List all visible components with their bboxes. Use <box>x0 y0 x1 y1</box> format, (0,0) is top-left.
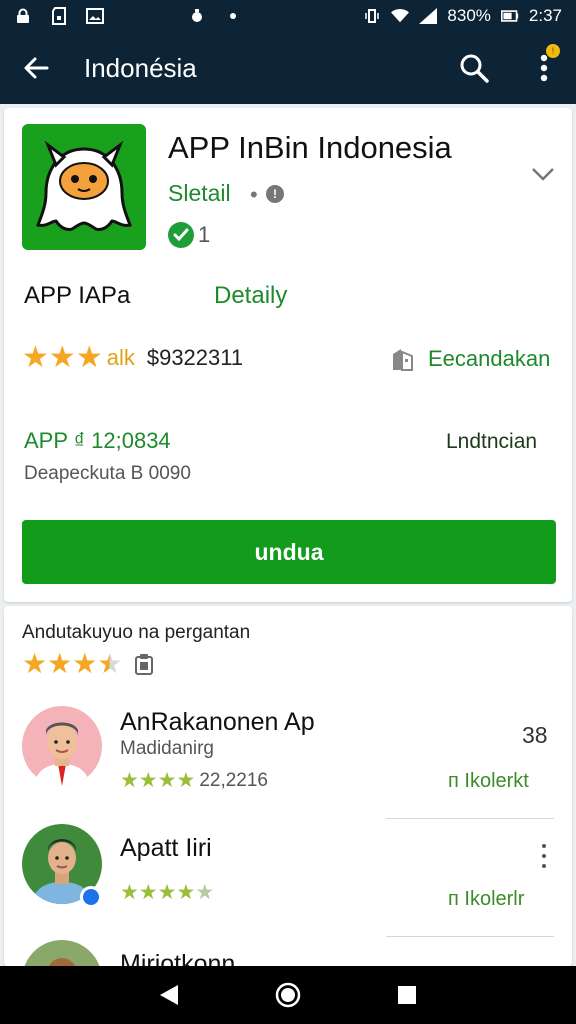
ghost-mascot-icon <box>36 140 132 231</box>
helpful-button[interactable]: ᴨ Ikolerkt <box>448 770 529 793</box>
star-icon: ★ <box>157 881 177 904</box>
app-bar: Indonésia ! <box>0 32 576 104</box>
star-empty-icon: ★ <box>195 881 215 904</box>
clipboard-icon[interactable] <box>134 653 154 675</box>
search-button[interactable] <box>446 46 502 90</box>
star-icon: ★ <box>138 769 158 792</box>
separator-dot: • <box>250 182 258 207</box>
app-name: APP InBin Indonesia <box>168 130 452 165</box>
alarm-icon <box>188 7 206 25</box>
verified-count: 1 <box>198 222 211 247</box>
nav-home-icon <box>275 982 301 1008</box>
reviewer-name: Mirjotkonn <box>120 950 236 966</box>
nav-back-button[interactable] <box>147 973 191 1017</box>
nav-home-button[interactable] <box>266 973 310 1017</box>
back-arrow-icon <box>24 57 49 79</box>
review-stars: ★ ★ ★ ★ ★ <box>120 882 214 904</box>
developer-link[interactable]: Sletail <box>168 180 231 207</box>
wifi-icon <box>391 7 410 25</box>
expand-button[interactable] <box>528 164 558 184</box>
signal-icon <box>419 7 438 25</box>
nav-recents-button[interactable] <box>385 973 429 1017</box>
more-vert-icon <box>540 54 548 82</box>
category-label: APP IAPa <box>24 282 131 309</box>
lock-icon <box>14 7 32 25</box>
star-icon: ★ <box>75 341 103 374</box>
downloads-count: Deapeckuta B 0090 <box>24 463 191 484</box>
battery-percent: 830% <box>447 6 491 25</box>
info-icon[interactable]: ! <box>266 185 284 203</box>
star-icon: ★ <box>47 648 73 679</box>
nav-recents-icon <box>397 986 416 1004</box>
star-icon: ★ <box>22 648 48 679</box>
battery-icon <box>500 7 519 25</box>
star-icon: ★ <box>176 769 196 792</box>
vibrate-icon <box>363 7 381 25</box>
half-star-icon: ★ <box>97 648 123 679</box>
reviewer-subtitle: Madidanirg <box>120 738 214 759</box>
star-icon: ★ <box>157 769 177 792</box>
dot-indicator-icon <box>224 7 242 25</box>
system-nav-bar <box>0 966 576 1024</box>
avatar <box>22 706 102 786</box>
rating-count: $9322311 <box>146 345 244 370</box>
sd-card-icon <box>50 7 68 25</box>
details-link[interactable]: Detaily <box>214 282 287 310</box>
reviewer-name: Apatt Iiri <box>120 834 212 862</box>
review-menu-button[interactable] <box>534 844 554 868</box>
reviews-card: Andutakuyuo na pergantan ★ ★ ★ ★ AnRakan… <box>4 606 572 966</box>
star-icon: ★ <box>176 881 196 904</box>
reviews-rating: ★ ★ ★ ★ <box>22 650 154 678</box>
star-icon: ★ <box>120 881 139 904</box>
nav-back-icon <box>160 985 179 1005</box>
page-title: Indonésia <box>84 52 197 83</box>
clock: 2:37 <box>528 6 562 25</box>
review-date: 22,2216 <box>199 770 268 791</box>
review-count: 38 <box>522 722 548 748</box>
app-icon[interactable] <box>22 124 146 250</box>
install-button[interactable]: undua <box>22 520 556 584</box>
overflow-menu-button[interactable]: ! <box>516 44 572 90</box>
verified-badge-icon <box>80 886 102 908</box>
star-icon: ★ <box>120 769 139 792</box>
star-icon: ★ <box>72 648 98 679</box>
divider <box>386 936 554 937</box>
status-bar: 830% 2:37 <box>0 0 576 32</box>
rating-word: alk <box>106 345 135 370</box>
divider <box>386 818 554 819</box>
review-stars: ★ ★ ★ ★ 22,2216 <box>120 770 268 792</box>
rating-summary: ★ ★ ★ alk $9322311 <box>22 343 243 373</box>
star-icon: ★ <box>22 341 49 374</box>
star-icon: ★ <box>138 881 158 904</box>
verified-check-icon <box>168 222 194 248</box>
chevron-down-icon <box>532 168 554 181</box>
building-icon <box>390 346 416 372</box>
language-label: Lndtncian <box>446 430 538 453</box>
reviewer-name: AnRakanonen Ap <box>120 708 315 736</box>
helpful-button[interactable]: ᴨ Ikolerlr <box>448 888 524 911</box>
app-size-label: APP ₫ 12;0834 <box>24 428 171 453</box>
star-icon: ★ <box>48 341 76 374</box>
image-icon <box>86 7 104 25</box>
app-detail-card: APP InBin Indonesia Sletail • ! 1 APP IA… <box>4 108 572 602</box>
notification-badge: ! <box>546 44 560 58</box>
recommendation-label[interactable]: Eecandakan <box>428 346 550 372</box>
back-button[interactable] <box>0 32 72 104</box>
reviews-title: Andutakuyuo na pergantan <box>22 622 251 643</box>
search-icon <box>460 54 489 83</box>
avatar <box>22 940 102 966</box>
